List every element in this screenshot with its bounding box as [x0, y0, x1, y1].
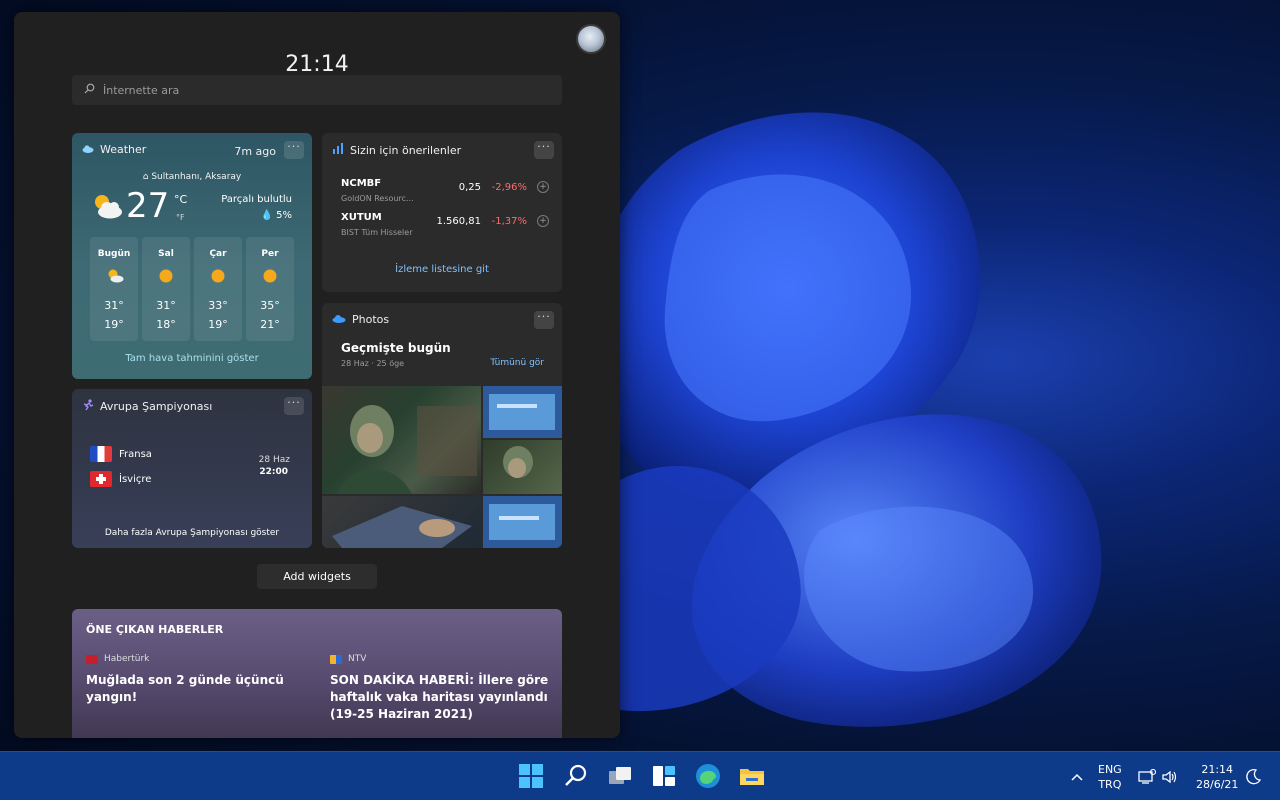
photo-grid — [322, 386, 562, 548]
photos-subtitle: 28 Haz · 25 öge — [341, 359, 405, 368]
switzerland-flag-icon — [90, 471, 112, 487]
team-row[interactable]: Fransa — [90, 446, 152, 462]
task-view-icon[interactable] — [606, 762, 634, 790]
network-icon[interactable] — [1138, 752, 1156, 800]
euro-title: Avrupa Şampiyonası — [100, 400, 213, 413]
partly-cloudy-icon — [90, 191, 124, 225]
news-headline[interactable]: SON DAKİKA HABERİ: İllere göre haftalık … — [330, 672, 550, 723]
watchlist-link[interactable]: İzleme listesine git — [322, 264, 562, 275]
news-headline[interactable]: Muğlada son 2 günde üçüncü yangın! — [86, 672, 316, 706]
weather-title: Weather — [100, 143, 147, 156]
stock-row[interactable]: NCMBF GoldON Resourc... 0,25 -2,96% + — [341, 178, 551, 210]
stocks-widget[interactable]: Sizin için önerilenler ··· NCMBF GoldON … — [322, 133, 562, 292]
weather-updated: 7m ago — [234, 145, 276, 158]
photo-thumbnail[interactable] — [483, 386, 562, 438]
news-heading: ÖNE ÇIKAN HABERLER — [86, 623, 224, 636]
cloud-icon — [82, 143, 94, 156]
photos-more-button[interactable]: ··· — [534, 311, 554, 329]
ntv-logo-icon — [330, 654, 342, 664]
unit-fahrenheit[interactable]: °F — [176, 213, 185, 222]
add-to-watchlist-button[interactable]: + — [537, 215, 549, 227]
photo-thumbnail[interactable] — [483, 440, 562, 494]
search-placeholder: İnternette ara — [103, 83, 180, 97]
show-hidden-icons-button[interactable] — [1070, 752, 1084, 800]
weather-temp: 27 — [126, 186, 170, 226]
forecast-day[interactable]: Sal 31° 18° — [142, 237, 190, 341]
volume-icon[interactable] — [1161, 752, 1179, 800]
haberturk-logo-icon — [86, 654, 98, 664]
match-time: 22:00 — [259, 467, 288, 477]
photos-widget[interactable]: Photos ··· Geçmişte bugün 28 Haz · 25 ög… — [322, 303, 562, 548]
news-source: Habertürk — [86, 654, 149, 664]
search-icon — [84, 83, 95, 97]
search-input[interactable]: İnternette ara — [72, 75, 562, 105]
full-forecast-link[interactable]: Tam hava tahminini göster — [72, 353, 312, 364]
start-button[interactable] — [517, 762, 545, 790]
forecast-days: Bugün 31° 19° Sal 31° 18° Çar 33° 19° Pe… — [90, 237, 294, 341]
sun-icon — [158, 268, 174, 287]
unit-celsius[interactable]: °C — [174, 193, 187, 206]
language-indicator[interactable]: ENG TRQ — [1098, 752, 1122, 800]
file-explorer-icon[interactable] — [738, 762, 766, 790]
widgets-panel: 21:14 İnternette ara Weather 7m ago ··· … — [14, 12, 620, 738]
stock-row[interactable]: XUTUM BIST Tüm Hisseler 1.560,81 -1,37% … — [341, 212, 551, 244]
photo-thumbnail[interactable] — [322, 496, 481, 548]
news-source: NTV — [330, 654, 366, 664]
weather-widget[interactable]: Weather 7m ago ··· ⌂ Sultanhanı, Aksaray… — [72, 133, 312, 379]
weather-condition: Parçalı bulutlu — [221, 194, 292, 205]
match-date: 28 Haz — [258, 455, 290, 465]
sun-icon — [262, 268, 278, 287]
photos-title: Photos — [352, 313, 390, 326]
partly-cloudy-icon — [106, 268, 124, 287]
edge-browser-icon[interactable] — [694, 762, 722, 790]
stock-chart-icon — [332, 143, 344, 157]
photos-heading: Geçmişte bugün — [341, 341, 451, 355]
taskbar-clock[interactable]: 21:14 28/6/21 — [1196, 752, 1238, 800]
raindrop-icon: 💧 — [260, 210, 273, 221]
euro-more-link[interactable]: Daha fazla Avrupa Şampiyonası göster — [72, 528, 312, 538]
stocks-more-button[interactable]: ··· — [534, 141, 554, 159]
france-flag-icon — [90, 446, 112, 462]
runner-icon — [82, 399, 94, 414]
weather-more-button[interactable]: ··· — [284, 141, 304, 159]
weather-location: ⌂ Sultanhanı, Aksaray — [142, 172, 242, 182]
team-row[interactable]: İsviçre — [90, 471, 151, 487]
widgets-icon[interactable] — [650, 762, 678, 790]
forecast-day[interactable]: Per 35° 21° — [246, 237, 294, 341]
photo-thumbnail[interactable] — [322, 386, 481, 494]
wallpaper-bloom — [560, 60, 1280, 760]
forecast-day[interactable]: Çar 33° 19° — [194, 237, 242, 341]
photo-thumbnail[interactable] — [483, 496, 562, 548]
user-avatar[interactable] — [576, 24, 606, 54]
weather-rain: 💧 5% — [260, 210, 292, 221]
sun-icon — [210, 268, 226, 287]
euro-more-button[interactable]: ··· — [284, 397, 304, 415]
panel-clock: 21:14 — [285, 52, 349, 77]
search-icon[interactable] — [562, 762, 590, 790]
onedrive-cloud-icon — [332, 313, 346, 326]
forecast-day[interactable]: Bugün 31° 19° — [90, 237, 138, 341]
taskbar: ENG TRQ 21:14 28/6/21 — [0, 751, 1280, 800]
top-news-section: ÖNE ÇIKAN HABERLER Habertürk Muğlada son… — [72, 609, 562, 738]
photos-see-all-link[interactable]: Tümünü gör — [490, 358, 544, 368]
add-widgets-button[interactable]: Add widgets — [257, 564, 377, 589]
stocks-title: Sizin için önerilenler — [350, 143, 462, 157]
euro-championship-widget[interactable]: Avrupa Şampiyonası ··· Fransa İsviçre 28… — [72, 389, 312, 548]
add-to-watchlist-button[interactable]: + — [537, 181, 549, 193]
notification-moon-icon[interactable] — [1244, 752, 1262, 800]
